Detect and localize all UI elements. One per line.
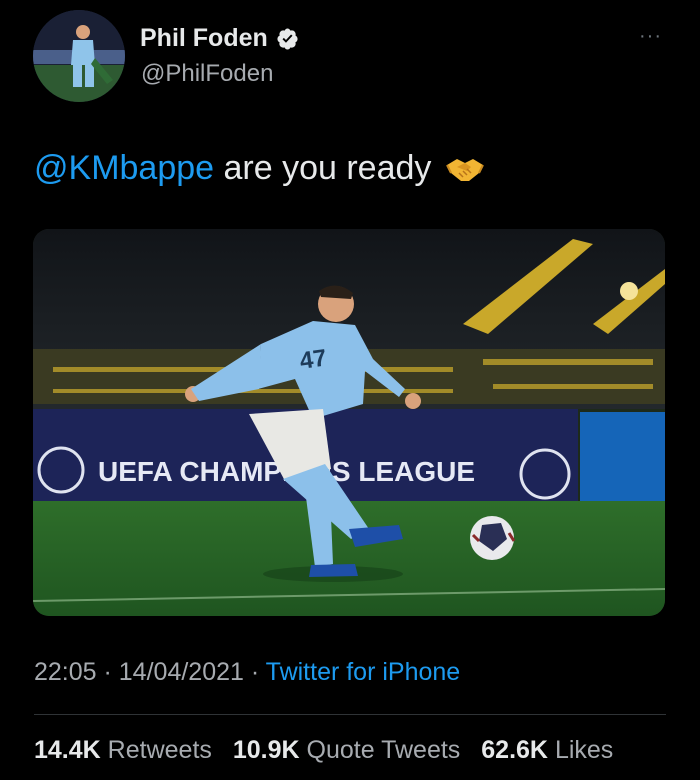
meta-separator: · (243, 658, 266, 686)
photo-footballer-kicking: UEFA CHAMPIONS LEAGUE 47 (33, 229, 665, 616)
football (470, 516, 516, 560)
tweet-source-link[interactable]: Twitter for iPhone (266, 658, 461, 686)
quote-tweets-stat[interactable]: 10.9K Quote Tweets (233, 736, 460, 764)
mention-link[interactable]: @KMbappe (34, 149, 214, 187)
tweet-time[interactable]: 22:05 (34, 658, 97, 686)
tweet-stats: 14.4K Retweets 10.9K Quote Tweets 62.6K … (34, 736, 627, 765)
retweets-count: 14.4K (34, 736, 101, 764)
more-options-icon[interactable]: ··· (639, 26, 662, 46)
avatar[interactable] (33, 10, 125, 102)
display-name[interactable]: Phil Foden (140, 24, 299, 53)
likes-count: 62.6K (481, 736, 548, 764)
tweet-detail: Phil Foden @PhilFoden ··· @KMbappe are y… (0, 0, 700, 780)
likes-stat[interactable]: 62.6K Likes (481, 736, 613, 764)
tweet-media-photo[interactable]: UEFA CHAMPIONS LEAGUE 47 (33, 229, 665, 616)
tweet-meta: 22:05 · 14/04/2021 · Twitter for iPhone (34, 658, 460, 687)
retweets-label: Retweets (107, 736, 212, 764)
likes-label: Likes (554, 736, 614, 764)
display-name-text: Phil Foden (140, 24, 268, 52)
divider (34, 714, 666, 715)
user-handle[interactable]: @PhilFoden (141, 60, 273, 88)
tweet-date[interactable]: 14/04/2021 (119, 658, 244, 686)
meta-separator: · (96, 658, 119, 686)
tweet-body: are you ready (214, 149, 432, 187)
handshake-emoji-icon (445, 159, 484, 181)
quote-tweets-label: Quote Tweets (306, 736, 461, 764)
retweets-stat[interactable]: 14.4K Retweets (34, 736, 212, 764)
verified-badge-icon (277, 28, 298, 50)
tweet-text: @KMbappe are you ready (34, 146, 485, 190)
shirt-number: 47 (298, 344, 328, 374)
avatar-image (33, 10, 125, 102)
quote-tweets-count: 10.9K (232, 736, 300, 764)
